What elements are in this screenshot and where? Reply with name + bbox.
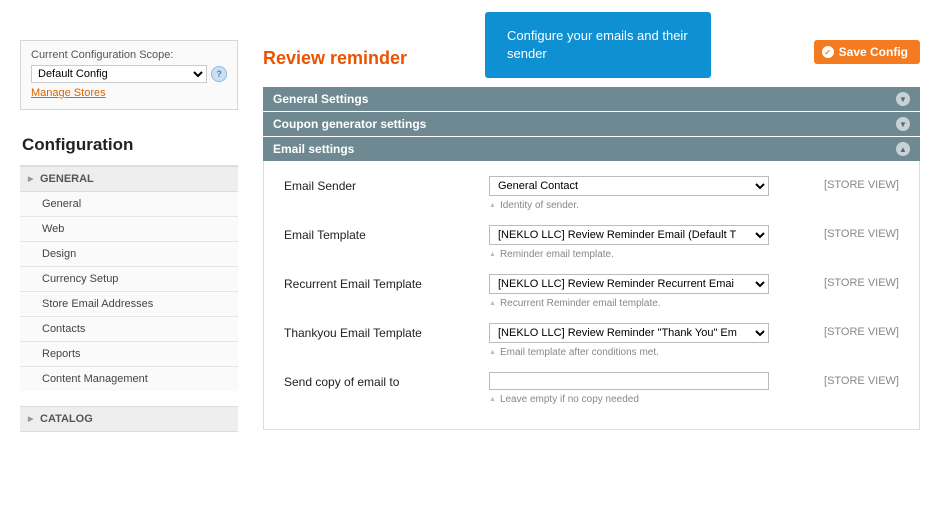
email-template-hint: Reminder email template. bbox=[489, 249, 769, 260]
fieldset-email-header[interactable]: Email settings ▲ bbox=[263, 136, 920, 161]
save-config-button[interactable]: ✓ Save Config bbox=[814, 40, 920, 64]
recurrent-template-select[interactable]: [NEKLO LLC] Review Reminder Recurrent Em… bbox=[489, 274, 769, 294]
nav-item-general[interactable]: General bbox=[20, 192, 238, 217]
fieldsets: General Settings ▼ Coupon generator sett… bbox=[263, 87, 920, 430]
field-thankyou-template: Thankyou Email Template [NEKLO LLC] Revi… bbox=[284, 323, 899, 358]
thankyou-template-hint: Email template after conditions met. bbox=[489, 347, 769, 358]
nav-item-content-management[interactable]: Content Management bbox=[20, 367, 238, 391]
tooltip: Configure your emails and their sender bbox=[485, 12, 711, 78]
email-template-select[interactable]: [NEKLO LLC] Review Reminder Email (Defau… bbox=[489, 225, 769, 245]
field-email-template: Email Template [NEKLO LLC] Review Remind… bbox=[284, 225, 899, 260]
nav-header-general[interactable]: GENERAL bbox=[20, 166, 238, 192]
thankyou-template-select[interactable]: [NEKLO LLC] Review Reminder "Thank You" … bbox=[489, 323, 769, 343]
chevron-down-icon: ▼ bbox=[896, 117, 910, 131]
main-content: Configure your emails and their sender R… bbox=[263, 40, 920, 432]
email-template-label: Email Template bbox=[284, 225, 489, 242]
fieldset-coupon-header[interactable]: Coupon generator settings ▼ bbox=[263, 111, 920, 136]
fieldset-coupon-label: Coupon generator settings bbox=[273, 117, 426, 131]
fieldset-email-label: Email settings bbox=[273, 142, 354, 156]
email-sender-scope: [STORE VIEW] bbox=[769, 176, 899, 191]
copy-to-input[interactable] bbox=[489, 372, 769, 390]
email-sender-label: Email Sender bbox=[284, 176, 489, 193]
scope-label: Current Configuration Scope: bbox=[31, 49, 227, 61]
copy-to-label: Send copy of email to bbox=[284, 372, 489, 389]
scope-box: Current Configuration Scope: Default Con… bbox=[20, 40, 238, 110]
email-template-scope: [STORE VIEW] bbox=[769, 225, 899, 240]
fieldset-general-header[interactable]: General Settings ▼ bbox=[263, 87, 920, 111]
thankyou-template-scope: [STORE VIEW] bbox=[769, 323, 899, 338]
nav-header-catalog[interactable]: CATALOG bbox=[20, 406, 238, 432]
nav-item-store-email[interactable]: Store Email Addresses bbox=[20, 292, 238, 317]
sidebar: Current Configuration Scope: Default Con… bbox=[20, 40, 238, 432]
chevron-down-icon: ▼ bbox=[896, 92, 910, 106]
nav-item-contacts[interactable]: Contacts bbox=[20, 317, 238, 342]
check-icon: ✓ bbox=[822, 46, 834, 58]
field-copy-to: Send copy of email to Leave empty if no … bbox=[284, 372, 899, 405]
scope-select[interactable]: Default Config bbox=[31, 65, 207, 83]
recurrent-template-hint: Recurrent Reminder email template. bbox=[489, 298, 769, 309]
email-sender-select[interactable]: General Contact bbox=[489, 176, 769, 196]
thankyou-template-label: Thankyou Email Template bbox=[284, 323, 489, 340]
nav-section-general: GENERAL General Web Design Currency Setu… bbox=[20, 166, 238, 391]
field-recurrent-template: Recurrent Email Template [NEKLO LLC] Rev… bbox=[284, 274, 899, 309]
help-icon[interactable]: ? bbox=[211, 66, 227, 82]
nav-section-catalog: CATALOG bbox=[20, 406, 238, 432]
nav-item-currency[interactable]: Currency Setup bbox=[20, 267, 238, 292]
copy-to-hint: Leave empty if no copy needed bbox=[489, 394, 769, 405]
field-email-sender: Email Sender General Contact Identity of… bbox=[284, 176, 899, 211]
nav-item-reports[interactable]: Reports bbox=[20, 342, 238, 367]
nav-item-design[interactable]: Design bbox=[20, 242, 238, 267]
manage-stores-link[interactable]: Manage Stores bbox=[31, 87, 106, 99]
save-button-label: Save Config bbox=[839, 45, 908, 59]
nav-item-web[interactable]: Web bbox=[20, 217, 238, 242]
recurrent-template-label: Recurrent Email Template bbox=[284, 274, 489, 291]
recurrent-template-scope: [STORE VIEW] bbox=[769, 274, 899, 289]
copy-to-scope: [STORE VIEW] bbox=[769, 372, 899, 387]
email-sender-hint: Identity of sender. bbox=[489, 200, 769, 211]
chevron-up-icon: ▲ bbox=[896, 142, 910, 156]
fieldset-email-body: Email Sender General Contact Identity of… bbox=[263, 161, 920, 430]
config-heading: Configuration bbox=[20, 125, 238, 166]
fieldset-general-label: General Settings bbox=[273, 92, 368, 106]
